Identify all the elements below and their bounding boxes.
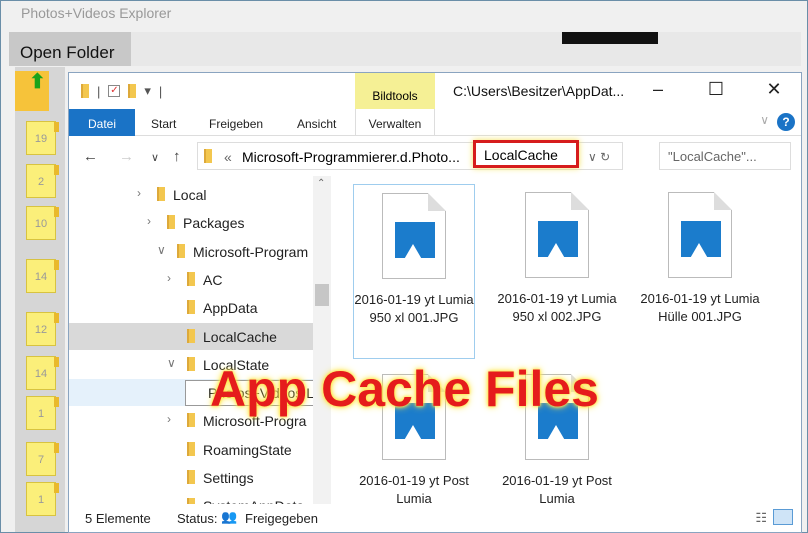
album-tile[interactable]: 12 [26, 312, 59, 346]
drag-handle[interactable] [562, 32, 658, 44]
tree-item[interactable]: LocalCache [69, 322, 313, 350]
album-tile[interactable]: 1 [26, 482, 59, 516]
tree-item[interactable]: SystemAppData [69, 492, 313, 504]
folder-icon [187, 413, 195, 428]
image-file-icon [382, 193, 446, 279]
tree-item-label: Settings [203, 470, 254, 486]
image-file-icon [668, 192, 732, 278]
folder-icon [177, 243, 185, 258]
tab-ansicht[interactable]: Ansicht [297, 109, 336, 136]
album-tile[interactable]: 19 [26, 121, 59, 155]
album-tile[interactable]: 10 [26, 206, 59, 240]
up-arrow-icon: ⬆ [29, 71, 46, 93]
top-bar [131, 32, 801, 66]
album-tile[interactable]: 1 [26, 396, 59, 430]
window-title: C:\Users\Besitzer\AppDat... [453, 83, 625, 99]
minimize-icon[interactable]: – [643, 79, 673, 100]
file-name: 2016-01-19 yt Post Lumia [359, 473, 469, 504]
up-icon[interactable]: ↑ [173, 148, 181, 165]
file-name: 2016-01-19 yt Lumia 950 xl 002.JPG [497, 291, 617, 324]
maximize-icon[interactable]: ☐ [701, 79, 731, 100]
folder-icon [187, 328, 195, 343]
forward-icon[interactable]: → [119, 148, 134, 165]
status-bar: 5 Elemente Status: 👥 Freigegeben ☷ [69, 504, 801, 532]
file-item[interactable]: 2016-01-19 yt Lumia 950 xl 001.JPG [353, 184, 475, 359]
large-icons-view-icon[interactable] [773, 509, 793, 525]
tree-item[interactable]: Settings [69, 464, 313, 491]
folder-icon [187, 271, 195, 286]
tab-datei[interactable]: Datei [69, 109, 135, 136]
tree-item-label: AC [203, 271, 223, 288]
tree-item[interactable]: › Local [69, 181, 313, 208]
album-tile[interactable]: 14 [26, 356, 59, 390]
tree-scrollbar[interactable]: ⌃ [313, 176, 331, 504]
folder-icon [81, 84, 89, 98]
folder-icon [187, 441, 195, 456]
file-item[interactable]: 2016-01-19 yt Lumia Hülle 001.JPG [639, 184, 761, 359]
overlay-caption: App Cache Files [210, 361, 599, 417]
tree-item[interactable]: › Packages [69, 209, 313, 236]
item-count: 5 Elemente [85, 511, 151, 526]
file-explorer-window: | ✓ ▾ | Bildtools C:\Users\Besitzer\AppDa… [68, 72, 802, 533]
app-title: Photos+Videos Explorer [21, 5, 172, 21]
album-tile[interactable]: 14 [26, 259, 59, 293]
folder-icon [157, 187, 165, 201]
tab-freigeben[interactable]: Freigeben [209, 109, 263, 136]
breadcrumb-current-highlighted[interactable]: LocalCache [473, 140, 579, 168]
open-folder-button[interactable]: Open Folder [9, 32, 131, 66]
album-tile[interactable]: 2 [26, 164, 59, 198]
folder-icon [187, 356, 195, 371]
details-view-icon[interactable]: ☷ [755, 510, 767, 526]
overflow-chevron[interactable]: « [224, 149, 232, 165]
tree-item-label: AppData [203, 300, 258, 317]
address-dropdown-icon[interactable]: ∨ ↻ [588, 150, 628, 164]
tree-item-label: RoamingState [203, 441, 292, 458]
tab-verwalten[interactable]: Verwalten [355, 109, 435, 136]
collapse-ribbon-icon[interactable]: ∨ [760, 113, 769, 127]
breadcrumb-segment[interactable]: Microsoft-Programmierer.d.Photo... [242, 149, 460, 165]
scrollbar-thumb[interactable] [315, 284, 329, 306]
tree-item-label: LocalCache [203, 328, 277, 345]
folder-icon [167, 215, 175, 230]
album-tile[interactable]: 7 [26, 442, 59, 476]
folder-icon [204, 149, 212, 163]
new-folder-icon[interactable] [128, 84, 137, 98]
chevron-right-icon[interactable]: › [167, 271, 171, 285]
chevron-right-icon[interactable]: › [137, 186, 141, 200]
file-name: 2016-01-19 yt Post Lumia [502, 473, 612, 504]
folder-icon [187, 470, 195, 484]
search-input[interactable]: "LocalCache"... [659, 142, 791, 170]
file-list: 2016-01-19 yt Lumia 950 xl 001.JPG 2016-0… [341, 176, 801, 504]
tree-item[interactable]: RoamingState [69, 436, 313, 463]
tree-item[interactable]: › AC [69, 266, 313, 293]
chevron-down-icon[interactable]: ∨ [167, 356, 176, 370]
status-label: Status: [177, 511, 218, 526]
scroll-up-icon[interactable]: ⌃ [317, 178, 325, 189]
quick-access-toolbar: | ✓ ▾ | [81, 83, 162, 99]
back-icon[interactable]: ← [83, 148, 98, 165]
recent-dropdown-icon[interactable]: ∨ [151, 151, 159, 164]
chevron-right-icon[interactable]: › [167, 412, 171, 426]
tree-item[interactable]: ∨ Microsoft-Program [69, 238, 313, 265]
tree-item-label: Microsoft-Program [193, 243, 309, 260]
help-icon[interactable]: ? [777, 113, 795, 131]
file-name: 2016-01-19 yt Lumia Hülle 001.JPG [640, 291, 760, 324]
close-icon[interactable]: ✕ [759, 79, 789, 100]
image-file-icon [525, 192, 589, 278]
tab-start[interactable]: Start [151, 109, 176, 136]
properties-icon[interactable]: ✓ [108, 85, 121, 97]
file-item[interactable]: 2016-01-19 yt Lumia 950 xl 002.JPG [496, 184, 618, 359]
folder-icon [187, 300, 195, 315]
status-value: Freigegeben [245, 511, 318, 526]
customize-dropdown-icon[interactable]: ▾ [144, 83, 151, 99]
tree-item-label: Packages [183, 215, 245, 232]
tree-item-label: Local [173, 187, 207, 203]
tree-item[interactable]: AppData [69, 294, 313, 321]
chevron-down-icon[interactable]: ∨ [157, 243, 166, 257]
navigation-tree: › Local › Packages ∨ Microsoft-Program › AC AppD… [69, 176, 331, 504]
chevron-right-icon[interactable]: › [147, 214, 151, 228]
context-tab-label: Bildtools [355, 73, 435, 109]
file-name: 2016-01-19 yt Lumia 950 xl 001.JPG [354, 292, 474, 325]
shared-users-icon: 👥 [221, 509, 238, 524]
